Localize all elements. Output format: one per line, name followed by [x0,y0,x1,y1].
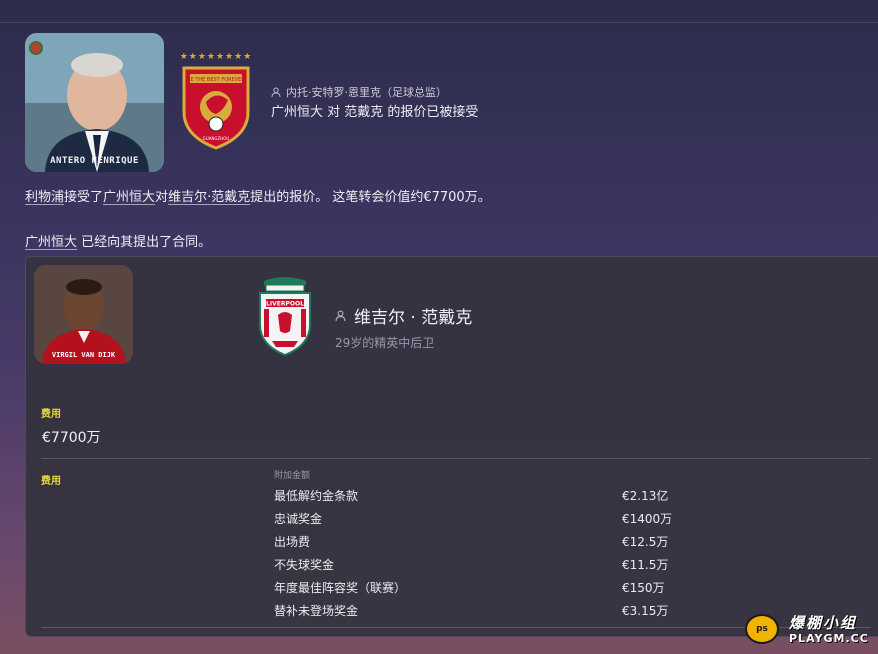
player-description: 29岁的精英中后卫 [335,336,435,350]
message-title: 广州恒大 对 范戴克 的报价已被接受 [271,105,479,120]
extra-value: €150万 [622,581,665,595]
liverpool-club-badge[interactable]: LIVERPOOL [254,275,316,357]
extra-value: €12.5万 [622,535,669,549]
guangzhou-club-badge[interactable]: ★★★★★★★★ BE THE BEST FOREVER GUANGZHOU [176,52,256,152]
guangzhou-crest-icon: BE THE BEST FOREVER GUANGZHOU [182,66,250,150]
director-photo-name: ANTERO HENRIQUE [50,156,139,166]
extras-header: 附加金额 [274,471,311,481]
watermark-logo-icon: ps [745,614,779,644]
person-icon [335,310,346,321]
liverpool-crest-icon: LIVERPOOL [259,277,311,357]
player-avatar[interactable]: VIRGIL VAN DIJK [34,265,133,364]
extra-label: 最低解约金条款 [274,489,359,503]
player-photo-name: VIRGIL VAN DIJK [51,351,116,359]
person-icon [271,87,281,97]
extras-fee-label: 费用 [41,476,61,487]
gz-badge-city: GUANGZHOU [203,136,230,141]
gz-badge-motto: BE THE BEST FOREVER [187,77,245,83]
director-avatar[interactable]: ANTERO HENRIQUE [25,33,164,172]
fee-value: €7700万 [42,430,101,446]
extra-label: 替补未登场奖金 [274,604,359,618]
watermark: ps 爆棚小组 PLAYGM.CC [745,608,875,648]
top-divider [0,22,878,23]
watermark-en: PLAYGM.CC [789,632,869,645]
extra-value: €1400万 [622,512,673,526]
stars-row: ★★★★★★★★ [179,52,253,62]
extra-row: 最低解约金条款 €2.13亿 [274,484,874,507]
section-divider [41,458,871,459]
transfer-details-card: VIRGIL VAN DIJK LIVERPOOL 维吉尔 · 范戴克 29岁的… [25,256,878,637]
message-body-line2: 广州恒大 已经向其提出了合同。 [25,231,211,250]
watermark-cn: 爆棚小组 [789,614,858,632]
player-portrait-icon [34,265,133,364]
lfc-badge-text: LIVERPOOL [266,301,304,308]
player-name-row[interactable]: 维吉尔 · 范戴克 [335,303,472,328]
extra-label: 出场费 [274,535,311,549]
line1-text-b: 对 [155,190,169,205]
extra-row: 忠诚奖金 €1400万 [274,507,874,530]
director-portrait-icon [25,33,164,172]
extra-row: 出场费 €12.5万 [274,530,874,553]
extra-value: €2.13亿 [622,489,669,503]
extra-label: 年度最佳阵容奖（联赛） [274,581,407,595]
link-liverpool[interactable]: 利物浦 [25,190,64,205]
extras-list: 最低解约金条款 €2.13亿 忠诚奖金 €1400万 出场费 €12.5万 不失… [274,484,874,622]
line2-text: 已经向其提出了合同。 [77,235,212,250]
message-body-line1: 利物浦接受了广州恒大对维吉尔·范戴克提出的报价。 这笔转会价值约€7700万。 [25,186,491,205]
message-sender[interactable]: 内托·安特罗·恩里克（足球总监） [271,84,447,100]
extra-value: €3.15万 [622,604,669,618]
line1-text-a: 接受了 [64,190,104,205]
nation-flag-icon [29,41,43,55]
extra-label: 忠诚奖金 [274,512,323,526]
extra-value: €11.5万 [622,558,669,572]
link-guangzhou[interactable]: 广州恒大 [103,190,155,205]
link-guangzhou-2[interactable]: 广州恒大 [25,235,77,250]
link-player[interactable]: 维吉尔·范戴克 [168,190,250,205]
sender-name: 内托·安特罗·恩里克（足球总监） [286,86,447,99]
extra-row: 年度最佳阵容奖（联赛） €150万 [274,576,874,599]
fee-label: 费用 [41,409,61,420]
extra-row: 不失球奖金 €11.5万 [274,553,874,576]
player-name: 维吉尔 · 范戴克 [354,308,473,328]
line1-text-c: 提出的报价。 这笔转会价值约€7700万。 [250,190,491,205]
extra-label: 不失球奖金 [274,558,335,572]
